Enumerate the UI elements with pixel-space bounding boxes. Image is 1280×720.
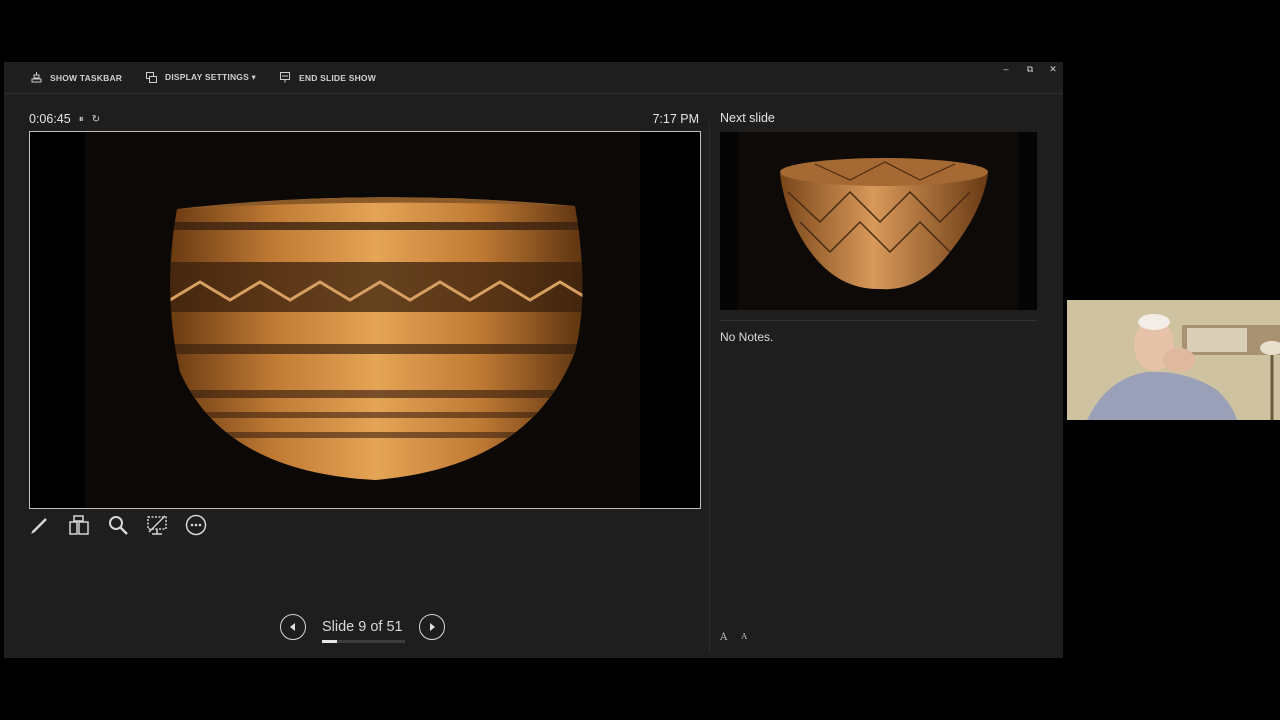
taskbar-icon <box>31 72 42 83</box>
speaker-notes[interactable]: No Notes. <box>720 330 773 344</box>
slide-counter[interactable]: Slide 9 of 51 <box>320 619 405 643</box>
next-basket-image <box>720 132 1037 310</box>
black-screen-icon <box>147 515 167 535</box>
slide-counter-label: Slide 9 of 51 <box>322 619 403 635</box>
increase-font-button[interactable]: A <box>720 632 727 643</box>
webcam-overlay <box>1067 300 1280 420</box>
zoom-button[interactable] <box>107 514 129 536</box>
pen-icon <box>31 518 47 534</box>
end-slide-show-button[interactable]: END SLIDE SHOW <box>280 72 376 83</box>
basket-image <box>30 132 700 508</box>
notes-font-controls: A A <box>720 632 747 643</box>
notes-separator <box>720 320 1037 321</box>
slide-navigation: Slide 9 of 51 <box>280 614 445 643</box>
next-slide-preview[interactable] <box>720 132 1037 310</box>
current-slide-view[interactable] <box>29 131 701 509</box>
arrow-right-icon <box>429 623 435 631</box>
close-button[interactable]: ✕ <box>1046 64 1060 75</box>
end-show-icon <box>280 72 290 83</box>
end-slide-show-label: END SLIDE SHOW <box>299 72 376 83</box>
more-options-button[interactable] <box>185 514 207 536</box>
minimize-button[interactable]: – <box>999 64 1013 74</box>
previous-slide-button[interactable] <box>280 614 306 640</box>
presenter-video <box>1067 300 1280 420</box>
zoom-icon <box>109 516 128 535</box>
restore-button[interactable]: ⧉ <box>1023 64 1037 75</box>
reset-timer-button[interactable]: ↻ <box>92 114 100 125</box>
display-settings-button[interactable]: DISPLAY SETTINGS ▾ <box>146 72 256 83</box>
presenter-view-window: SHOW TASKBAR DISPLAY SETTINGS ▾ END SLID… <box>4 62 1063 658</box>
decrease-font-button[interactable]: A <box>741 632 747 643</box>
arrow-left-icon <box>290 623 295 631</box>
next-slide-button[interactable] <box>418 614 445 640</box>
show-taskbar-button[interactable]: SHOW TASKBAR <box>31 72 122 83</box>
display-settings-icon <box>146 72 157 83</box>
see-all-slides-button[interactable] <box>68 514 90 536</box>
see-all-slides-icon <box>69 515 89 535</box>
pane-divider[interactable] <box>709 122 710 652</box>
current-time: 7:17 PM <box>652 112 699 126</box>
slide-progress-fill <box>322 640 337 643</box>
presenter-toolbar: SHOW TASKBAR DISPLAY SETTINGS ▾ END SLID… <box>4 62 1063 94</box>
pen-tool-button[interactable] <box>29 514 51 536</box>
show-taskbar-label: SHOW TASKBAR <box>50 72 123 83</box>
next-slide-label: Next slide <box>720 111 775 125</box>
more-options-icon <box>185 514 207 536</box>
black-screen-button[interactable] <box>146 514 168 536</box>
pause-timer-button[interactable]: ⏸ <box>79 114 84 125</box>
display-settings-label: DISPLAY SETTINGS ▾ <box>165 72 256 82</box>
slide-progress-bar <box>322 640 405 643</box>
elapsed-timer: 0:06:45 ⏸ ↻ <box>29 112 100 126</box>
slide-tools <box>29 514 207 536</box>
elapsed-time: 0:06:45 <box>29 112 71 126</box>
